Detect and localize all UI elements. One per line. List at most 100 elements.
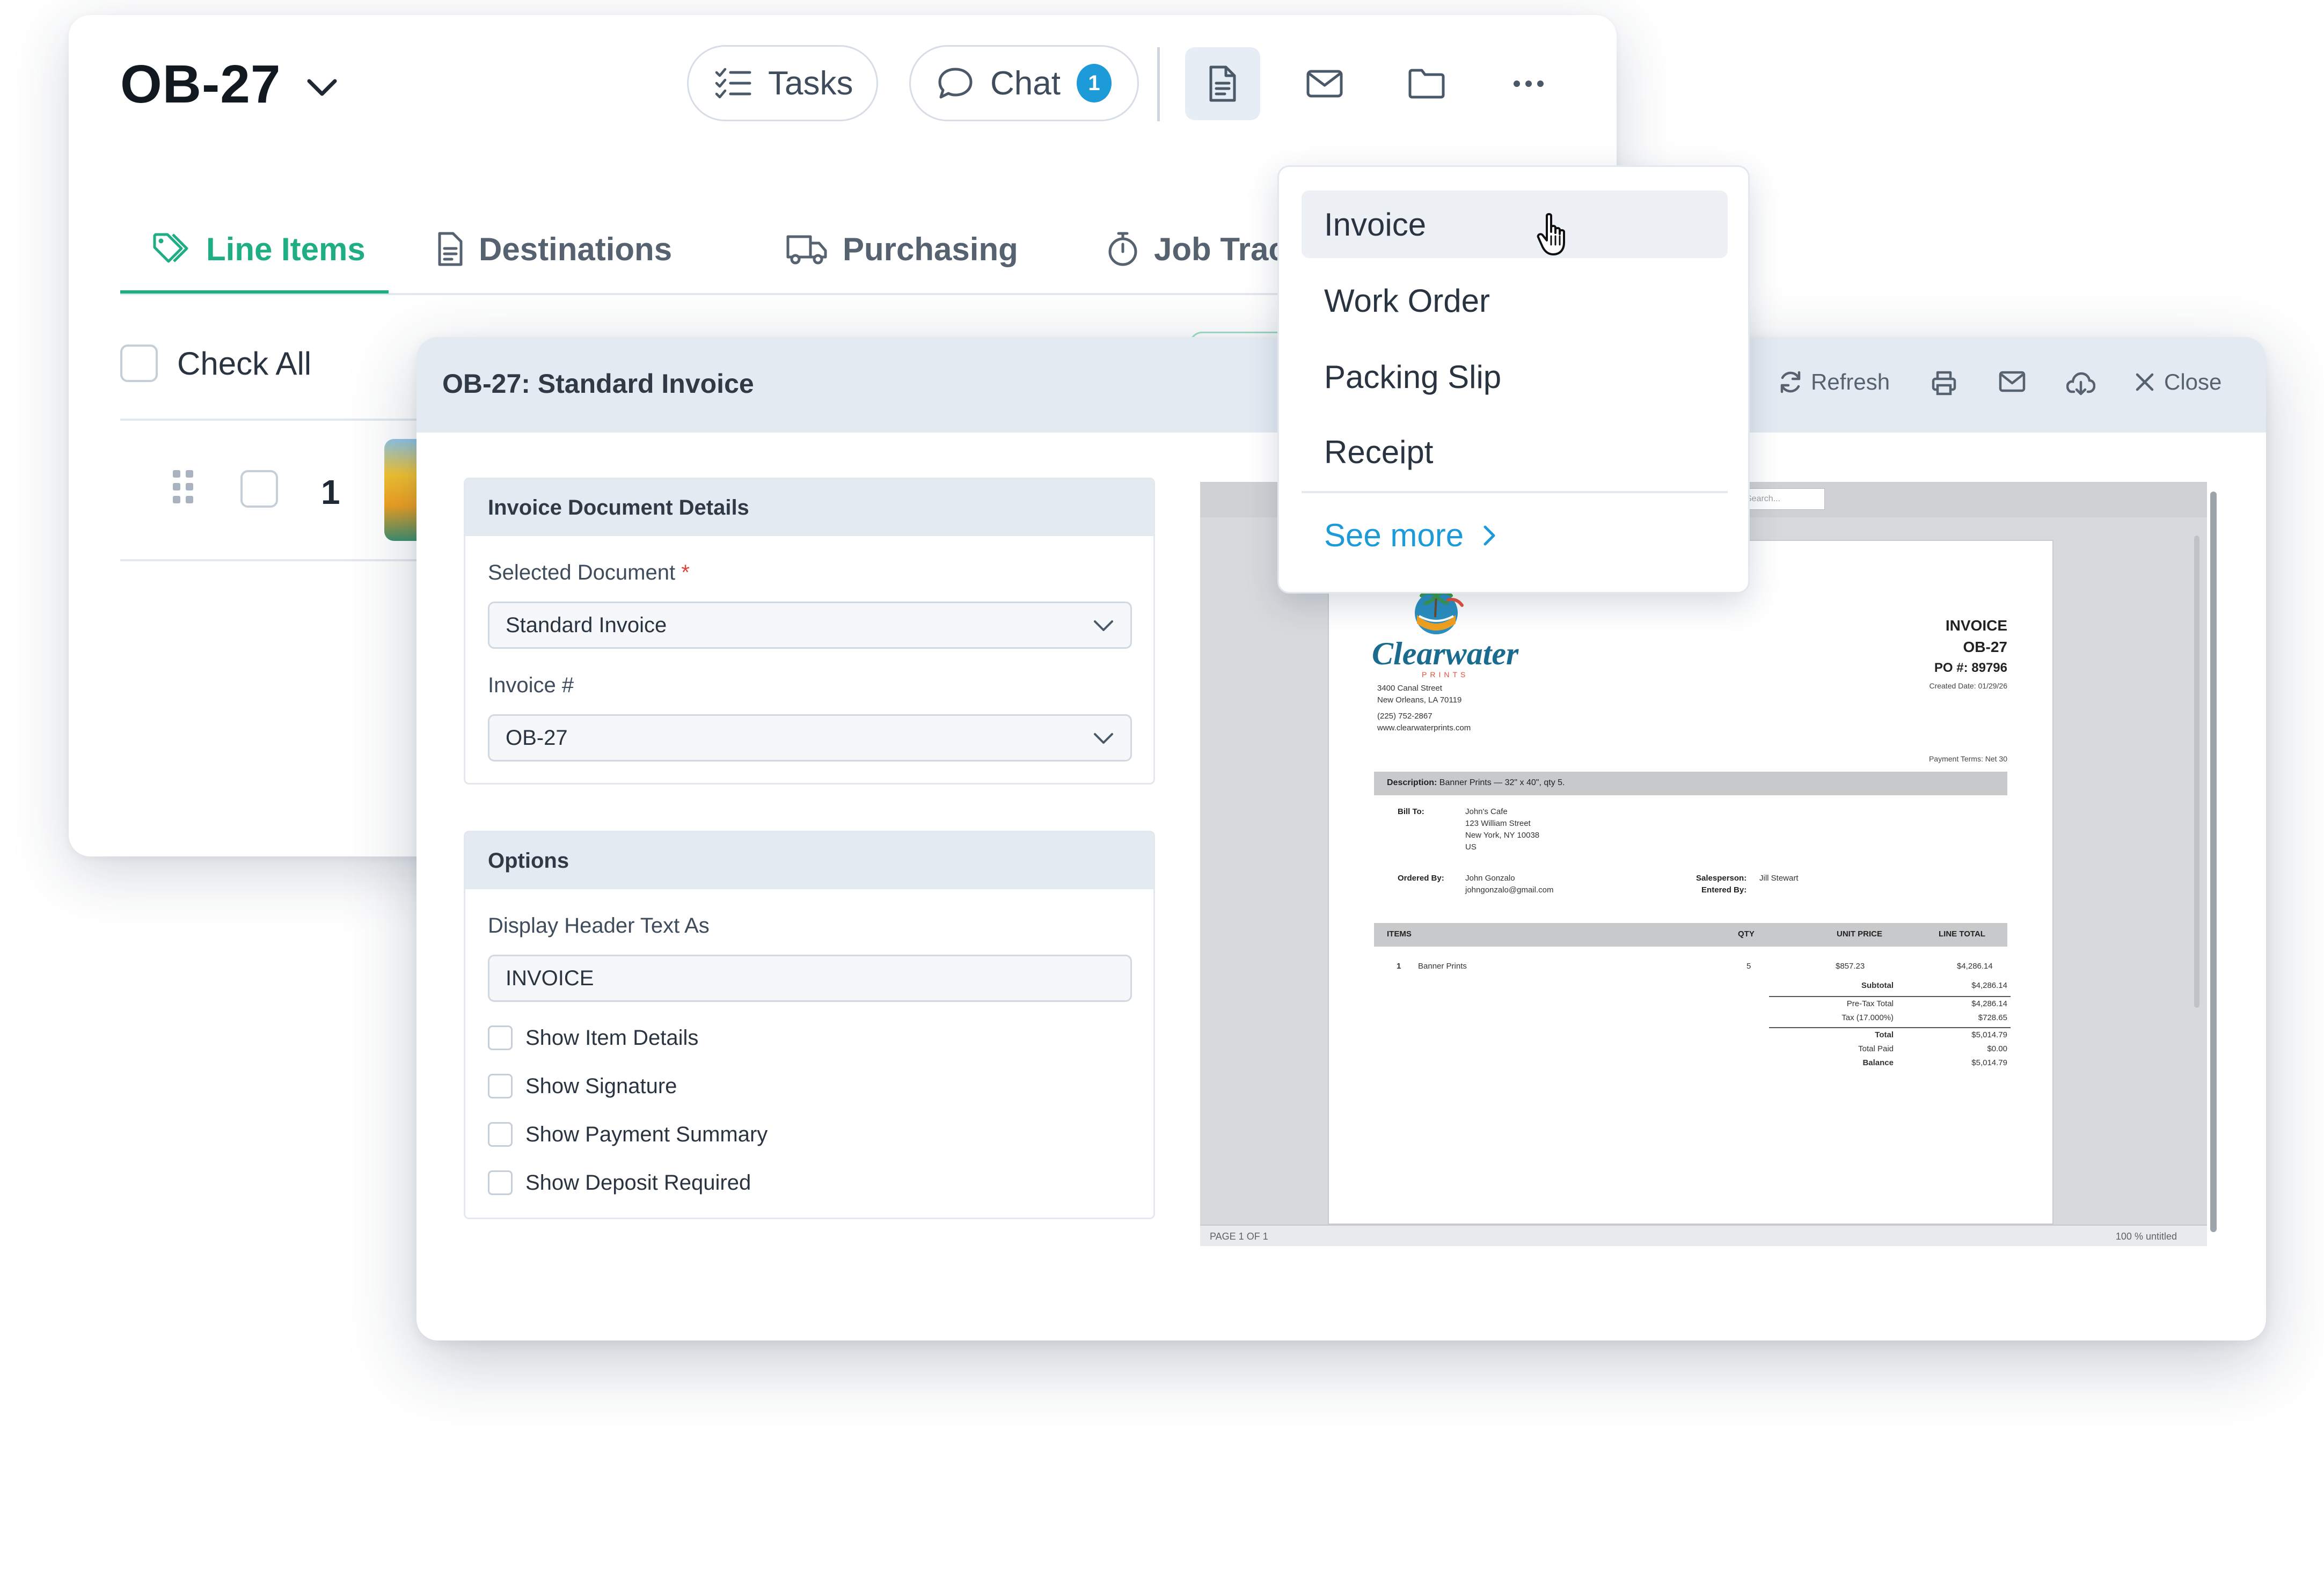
company-logo: Clearwater PRINTS	[1372, 584, 1518, 679]
cloud-download-icon[interactable]	[2066, 370, 2095, 396]
brand-name: Clearwater	[1372, 636, 1519, 671]
options-panel: Options Display Header Text As INVOICE S…	[464, 831, 1155, 1219]
pdf-scroll-thumb[interactable]	[2194, 536, 2199, 1008]
col-items: ITEMS	[1387, 929, 1412, 939]
chevron-down-icon	[306, 77, 338, 98]
chat-button[interactable]: Chat 1	[909, 45, 1139, 121]
ordered-by-label: Ordered By:	[1398, 873, 1444, 884]
order-title-dropdown[interactable]: OB-27	[120, 54, 338, 115]
refresh-icon	[1778, 369, 1811, 395]
check-all-checkbox[interactable]	[120, 345, 158, 382]
salesperson-labels: Salesperson: Entered By:	[1696, 873, 1746, 896]
close-icon	[2133, 370, 2164, 394]
truck-icon	[786, 232, 828, 266]
files-button[interactable]	[1389, 47, 1464, 120]
menu-item-packing-slip[interactable]: Packing Slip	[1302, 343, 1728, 411]
option-label: Show Payment Summary	[525, 1122, 768, 1146]
required-marker: *	[681, 561, 690, 584]
company-website: www.clearwaterprints.com	[1377, 723, 1471, 732]
row-checkbox[interactable]	[240, 470, 278, 508]
order-title: OB-27	[120, 54, 281, 114]
salesperson-value: Jill Stewart	[1759, 874, 1799, 883]
invoice-number-select[interactable]: OB-27	[488, 714, 1132, 761]
show-item-details-option[interactable]: Show Item Details	[488, 1025, 698, 1050]
check-all-control[interactable]: Check All	[120, 345, 311, 382]
bill-to-line: US	[1465, 843, 1477, 852]
option-label: Show Deposit Required	[525, 1170, 751, 1195]
line-item-thumbnail[interactable]	[384, 439, 416, 541]
doc-created: Created Date: 01/29/26	[1929, 682, 2007, 690]
col-qty: QTY	[1738, 929, 1755, 939]
modal-scrollbar[interactable]	[2207, 482, 2220, 1244]
ordered-by-line: johngonzalo@gmail.com	[1465, 885, 1554, 895]
pdf-search-input[interactable]: Search...	[1741, 488, 1825, 510]
tasks-button[interactable]: Tasks	[687, 45, 878, 121]
header-text-value: INVOICE	[506, 966, 594, 990]
checkbox[interactable]	[488, 1074, 513, 1098]
item-qty: 5	[1746, 962, 1751, 971]
option-label: Show Item Details	[525, 1025, 699, 1050]
tab-line-items[interactable]: Line Items	[152, 214, 366, 295]
pdf-scrollbar[interactable]	[2192, 525, 2202, 1222]
close-button[interactable]: Close	[2133, 369, 2221, 395]
item-line-total: $4,286.14	[1957, 962, 1993, 971]
email-icon[interactable]	[1999, 370, 2026, 394]
modal-title: OB-27: Standard Invoice	[442, 369, 754, 399]
panel-heading: Invoice Document Details	[465, 479, 1153, 536]
totals-rule	[1769, 1027, 2011, 1028]
chevron-down-icon	[1094, 733, 1113, 744]
modal-scroll-thumb[interactable]	[2210, 492, 2217, 1232]
refresh-button[interactable]: Refresh	[1778, 369, 1890, 395]
check-all-label: Check All	[177, 345, 312, 382]
address-line: 3400 Canal Street	[1377, 684, 1442, 693]
item-index: 1	[1397, 962, 1401, 971]
pretax-label: Pre-Tax Total	[1846, 999, 1894, 1008]
more-options-button[interactable]	[1491, 47, 1566, 120]
document-type-menu: Invoice Work Order Packing Slip Receipt …	[1277, 165, 1750, 594]
bill-to-label-text: Bill To:	[1398, 807, 1424, 816]
header-text-input[interactable]: INVOICE	[488, 955, 1132, 1002]
document-icon	[437, 231, 464, 267]
see-more-label: See more	[1324, 517, 1464, 553]
menu-item-invoice[interactable]: Invoice	[1302, 191, 1728, 258]
doc-title: INVOICE	[1945, 617, 2007, 634]
zoom-indicator: 100 % untitled	[2115, 1231, 2177, 1242]
bill-to-label: Bill To:	[1398, 806, 1424, 818]
header-text-label: Display Header Text As	[488, 914, 710, 937]
tab-label: Line Items	[206, 231, 366, 267]
selected-document-label: Selected Document *	[488, 561, 690, 585]
pdf-status-bar: PAGE 1 OF 1 100 % untitled	[1200, 1225, 2207, 1246]
folder-icon	[1408, 68, 1445, 99]
bill-to-line: John's Cafe	[1465, 807, 1508, 816]
company-address: 3400 Canal Street New Orleans, LA 70119 …	[1377, 683, 1471, 734]
selected-document-select[interactable]: Standard Invoice	[488, 602, 1132, 649]
totals-rule	[1769, 996, 2011, 997]
checkbox[interactable]	[488, 1025, 513, 1050]
page-indicator: PAGE 1 OF 1	[1210, 1231, 1268, 1242]
close-label: Close	[2164, 369, 2222, 394]
show-deposit-required-option[interactable]: Show Deposit Required	[488, 1170, 751, 1195]
total-label: Total	[1875, 1030, 1894, 1039]
col-unit-price: UNIT PRICE	[1837, 929, 1883, 939]
print-icon[interactable]	[1931, 370, 1957, 396]
selected-document-label-text: Selected Document	[488, 561, 676, 584]
checkbox[interactable]	[488, 1122, 513, 1147]
paid-value: $0.00	[1987, 1044, 2007, 1053]
tab-destinations[interactable]: Destinations	[437, 214, 672, 295]
see-more-link[interactable]: See more	[1324, 517, 1497, 554]
chat-bubble-icon	[937, 66, 974, 100]
active-tab-indicator	[120, 290, 389, 294]
salesperson-label: Salesperson:	[1696, 874, 1747, 883]
invoice-page: Clearwater PRINTS 3400 Canal Street New …	[1329, 541, 2052, 1224]
pdf-viewer[interactable]: Search... Clearwater PRINTS 3400 Canal S…	[1200, 482, 2207, 1246]
show-signature-option[interactable]: Show Signature	[488, 1074, 677, 1098]
documents-button[interactable]	[1185, 47, 1260, 120]
menu-item-work-order[interactable]: Work Order	[1302, 267, 1728, 334]
tab-purchasing[interactable]: Purchasing	[786, 214, 1018, 295]
menu-item-receipt[interactable]: Receipt	[1302, 418, 1728, 486]
show-payment-summary-option[interactable]: Show Payment Summary	[488, 1122, 768, 1147]
drag-handle-icon[interactable]	[172, 469, 195, 504]
checkbox[interactable]	[488, 1170, 513, 1195]
email-button[interactable]	[1287, 47, 1362, 120]
bill-to-block: John's Cafe 123 William Street New York,…	[1465, 806, 1539, 853]
